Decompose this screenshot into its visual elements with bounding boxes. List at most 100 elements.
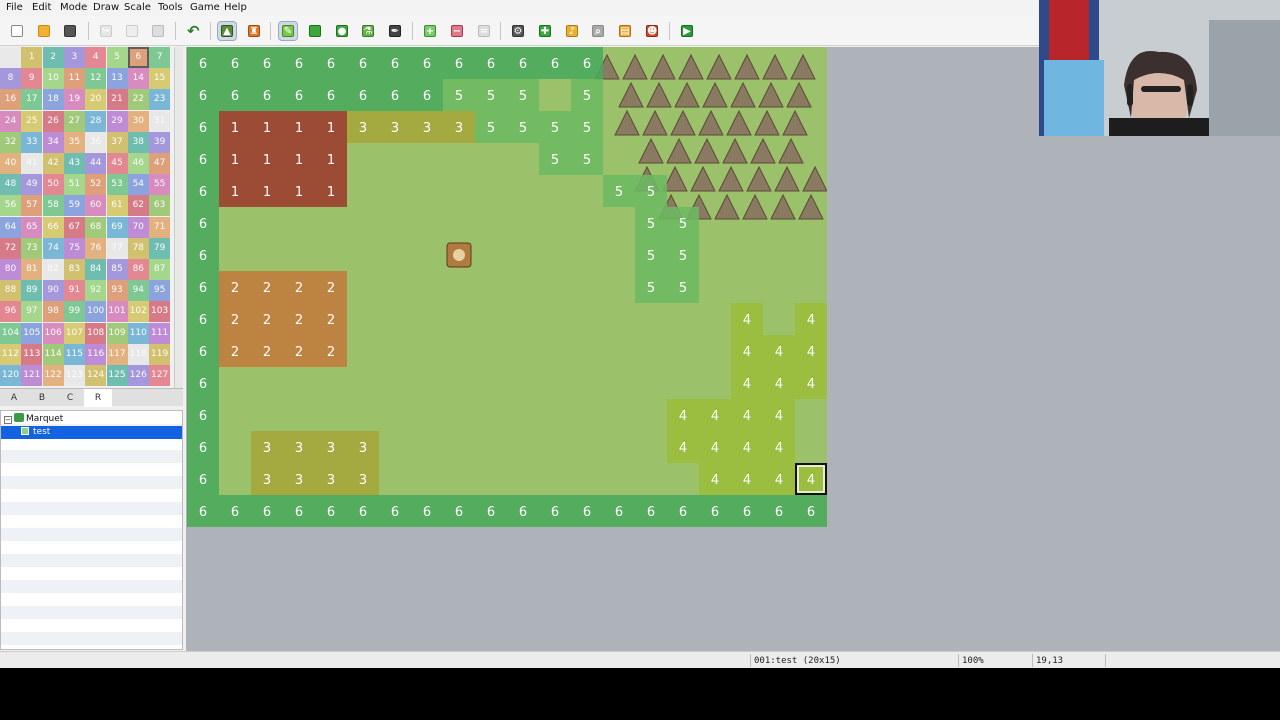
palette-tile[interactable]: 15 <box>149 68 171 90</box>
palette-tile[interactable]: 72 <box>0 237 21 259</box>
palette-tile[interactable]: 99 <box>63 301 85 323</box>
palette-tile[interactable]: 40 <box>0 153 21 174</box>
palette-tile[interactable]: 18 <box>42 89 64 111</box>
palette-tile[interactable]: 110 <box>127 322 149 344</box>
palette-tile[interactable]: 5 <box>106 47 128 68</box>
palette-tile[interactable]: 36 <box>85 131 107 153</box>
palette-tile[interactable]: 123 <box>63 365 85 386</box>
palette-tile[interactable]: 11 <box>63 68 85 90</box>
palette-tile[interactable]: 24 <box>0 110 21 132</box>
palette-tile[interactable]: 81 <box>21 259 43 280</box>
palette-tile[interactable]: 2 <box>42 47 64 68</box>
palette-tile[interactable]: 95 <box>149 280 171 302</box>
character-generator-button[interactable]: ☻ <box>643 22 661 40</box>
palette-tile[interactable]: 32 <box>0 131 21 153</box>
palette-tile[interactable]: 1 <box>21 47 43 68</box>
undo-button[interactable]: ↶ <box>184 22 202 40</box>
palette-tile[interactable]: 48 <box>0 174 21 196</box>
palette-tile[interactable]: 28 <box>85 110 107 132</box>
palette-tile[interactable]: 114 <box>42 343 64 365</box>
menu-scale[interactable]: Scale <box>124 2 151 13</box>
palette-tile[interactable]: 7 <box>149 47 171 68</box>
palette-tile[interactable]: 119 <box>149 343 171 365</box>
palette-tile[interactable]: 115 <box>63 343 85 365</box>
palette-tile[interactable]: 66 <box>42 216 64 238</box>
palette-tile[interactable]: 39 <box>149 131 171 153</box>
palette-tile[interactable]: 92 <box>85 280 107 302</box>
playtest-button[interactable]: ▶ <box>678 22 696 40</box>
palette-tile[interactable]: 84 <box>85 259 107 280</box>
palette-tile[interactable]: 8 <box>0 68 21 90</box>
palette-scrollbar[interactable] <box>174 47 183 388</box>
menu-draw[interactable]: Draw <box>93 2 119 13</box>
palette-tile[interactable]: 90 <box>42 280 64 302</box>
palette-tile[interactable]: 91 <box>63 280 85 302</box>
palette-tile[interactable]: 55 <box>149 174 171 196</box>
palette-tile[interactable]: 44 <box>85 153 107 174</box>
palette-tile[interactable]: 9 <box>21 68 43 90</box>
palette-tile[interactable]: 61 <box>106 195 128 217</box>
palette-tile[interactable]: 113 <box>21 343 43 365</box>
flood-fill-button[interactable]: ⚗ <box>359 22 377 40</box>
menu-mode[interactable]: Mode <box>60 2 87 13</box>
zoom-out-button[interactable]: − <box>448 22 466 40</box>
palette-tile[interactable]: 111 <box>149 322 171 344</box>
menu-help[interactable]: Help <box>224 2 247 13</box>
palette-tile[interactable]: 27 <box>63 110 85 132</box>
palette-tile[interactable]: 64 <box>0 216 21 238</box>
palette-tile[interactable]: 78 <box>127 237 149 259</box>
collapse-icon[interactable]: − <box>4 416 12 424</box>
open-project-button[interactable] <box>35 22 53 40</box>
ellipse-button[interactable]: ● <box>333 22 351 40</box>
palette-tile[interactable]: 102 <box>127 301 149 323</box>
shadow-pen-button[interactable]: ✒ <box>386 22 404 40</box>
paste-button[interactable] <box>149 22 167 40</box>
event-searcher-button[interactable]: ⌕ <box>589 22 607 40</box>
menu-tools[interactable]: Tools <box>158 2 183 13</box>
palette-tile[interactable]: 3 <box>63 47 85 68</box>
palette-tile[interactable]: 98 <box>42 301 64 323</box>
palette-tile[interactable]: 49 <box>21 174 43 196</box>
palette-tile[interactable]: 127 <box>149 365 171 386</box>
palette-tile[interactable]: 22 <box>127 89 149 111</box>
palette-tile[interactable]: 118 <box>127 343 149 365</box>
cut-button[interactable]: ✂ <box>97 22 115 40</box>
palette-tile[interactable]: 25 <box>21 110 43 132</box>
palette-tile[interactable]: 125 <box>106 365 128 386</box>
palette-tile[interactable]: 53 <box>106 174 128 196</box>
palette-tile[interactable]: 23 <box>149 89 171 111</box>
menu-file[interactable]: File <box>6 2 23 13</box>
plugin-manager-button[interactable]: ✚ <box>536 22 554 40</box>
palette-tile[interactable]: 121 <box>21 365 43 386</box>
palette-tile[interactable]: 13 <box>106 68 128 90</box>
palette-tile[interactable]: 12 <box>85 68 107 90</box>
palette-tile[interactable]: 62 <box>127 195 149 217</box>
palette-tile[interactable]: 51 <box>63 174 85 196</box>
palette-tile[interactable]: 86 <box>127 259 149 280</box>
zoom-in-button[interactable]: + <box>421 22 439 40</box>
palette-tile[interactable]: 20 <box>85 89 107 111</box>
map-mode-button[interactable]: ▲ <box>217 21 237 41</box>
palette-tile[interactable]: 43 <box>63 153 85 174</box>
palette-tile[interactable]: 89 <box>21 280 43 302</box>
palette-tile[interactable]: 71 <box>149 216 171 238</box>
palette-tile[interactable]: 76 <box>85 237 107 259</box>
tile-palette[interactable]: 1 2 3 4 5 6 7 8 9 10 11 12 13 14 15 16 17 18 19 20 21 22 23 24 2… <box>0 47 174 388</box>
palette-tile[interactable]: 30 <box>127 110 149 132</box>
actual-size-button[interactable]: = <box>475 22 493 40</box>
sound-test-button[interactable]: ♪ <box>563 22 581 40</box>
resource-manager-button[interactable]: ▤ <box>616 22 634 40</box>
palette-tab-c[interactable]: C <box>56 389 84 407</box>
palette-tile[interactable]: 97 <box>21 301 43 323</box>
palette-tile[interactable]: 34 <box>42 131 64 153</box>
palette-tile[interactable]: 59 <box>63 195 85 217</box>
palette-tile[interactable]: 46 <box>127 153 149 174</box>
palette-tile[interactable]: 17 <box>21 89 43 111</box>
palette-tile[interactable]: 68 <box>85 216 107 238</box>
palette-tile[interactable]: 35 <box>63 131 85 153</box>
palette-tile[interactable]: 85 <box>106 259 128 280</box>
palette-tile[interactable]: 73 <box>21 237 43 259</box>
palette-tile[interactable]: 126 <box>127 365 149 386</box>
pencil-button[interactable]: ✎ <box>278 21 298 41</box>
palette-tab-a[interactable]: A <box>0 389 28 407</box>
